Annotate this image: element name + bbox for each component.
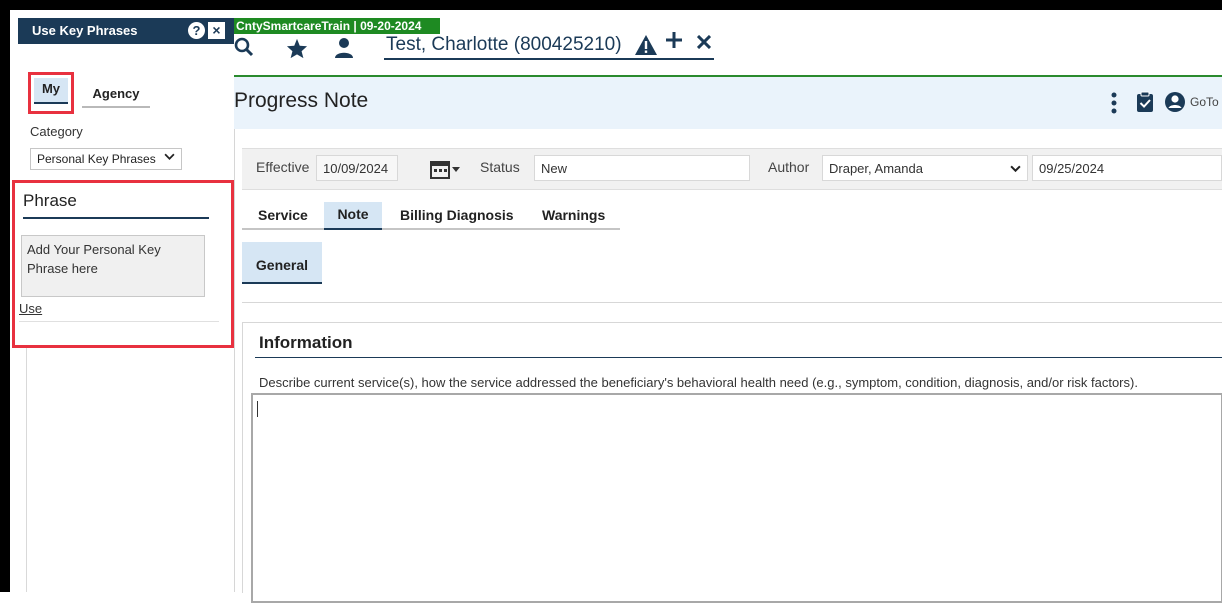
more-icon[interactable] bbox=[1110, 92, 1118, 119]
account-icon[interactable] bbox=[1164, 91, 1186, 118]
information-textarea[interactable] bbox=[251, 393, 1222, 603]
effective-label: Effective bbox=[256, 159, 310, 175]
information-title-underline bbox=[255, 357, 1222, 358]
screenshot-frame-left bbox=[0, 0, 10, 592]
user-icon[interactable] bbox=[334, 37, 354, 64]
tab-service[interactable]: Service bbox=[258, 207, 308, 223]
warning-icon[interactable] bbox=[634, 34, 658, 61]
screenshot-frame-top bbox=[0, 0, 1222, 10]
tab-my[interactable]: My bbox=[34, 78, 68, 104]
panel-divider bbox=[26, 320, 27, 592]
category-select[interactable]: Personal Key Phrases bbox=[30, 148, 182, 170]
clipboard-icon[interactable] bbox=[1136, 91, 1154, 118]
tab-note[interactable]: Note bbox=[324, 202, 382, 230]
phrase-section: Phrase Add Your Personal Key Phrase here… bbox=[12, 180, 234, 348]
key-phrases-header: Use Key Phrases ? × bbox=[18, 18, 234, 44]
phrase-header: Phrase bbox=[23, 191, 209, 219]
goto-link[interactable]: GoTo bbox=[1190, 95, 1219, 109]
search-icon[interactable] bbox=[234, 37, 254, 62]
information-description: Describe current service(s), how the ser… bbox=[259, 375, 1138, 390]
author-label: Author bbox=[768, 159, 810, 175]
status-label: Status bbox=[480, 159, 520, 175]
plus-icon[interactable] bbox=[665, 31, 683, 54]
chevron-down-icon bbox=[164, 151, 175, 165]
author-select[interactable]: Draper, Amanda bbox=[822, 155, 1028, 181]
author-value: Draper, Amanda bbox=[829, 161, 923, 176]
text-caret bbox=[257, 401, 258, 417]
tab-warnings[interactable]: Warnings bbox=[542, 207, 605, 223]
close-icon[interactable]: × bbox=[208, 22, 225, 39]
help-icon[interactable]: ? bbox=[188, 22, 205, 39]
tab-agency[interactable]: Agency bbox=[82, 86, 150, 108]
category-value: Personal Key Phrases bbox=[37, 152, 156, 166]
chevron-down-icon bbox=[1010, 162, 1021, 177]
subtab-general[interactable]: General bbox=[242, 242, 322, 284]
information-title: Information bbox=[259, 333, 353, 352]
note-date-field[interactable]: 09/25/2024 bbox=[1032, 155, 1222, 181]
information-section: Information Describe current service(s),… bbox=[242, 322, 1222, 603]
subtab-divider bbox=[242, 302, 1222, 303]
category-label: Category bbox=[30, 124, 83, 139]
tab-billing-diagnosis[interactable]: Billing Diagnosis bbox=[400, 207, 514, 223]
page-title-bar: Progress Note bbox=[234, 77, 1222, 129]
star-icon[interactable] bbox=[286, 38, 308, 64]
client-name: Test, Charlotte (800425210) bbox=[386, 34, 622, 55]
use-phrase-link[interactable]: Use bbox=[19, 301, 42, 316]
close-icon[interactable] bbox=[696, 34, 712, 54]
phrase-item[interactable]: Add Your Personal Key Phrase here bbox=[21, 235, 205, 297]
tab-my-highlight: My bbox=[28, 72, 74, 114]
status-field[interactable]: New bbox=[534, 155, 750, 181]
page-title: Progress Note bbox=[234, 89, 369, 112]
effective-date-field[interactable]: 10/09/2024 bbox=[316, 155, 398, 181]
note-tabs: Service Note Billing Diagnosis Warnings bbox=[242, 202, 620, 230]
filter-bar: Effective 10/09/2024 Status New Author D… bbox=[242, 148, 1222, 190]
phrase-divider bbox=[19, 321, 219, 322]
key-phrases-title: Use Key Phrases bbox=[32, 23, 138, 38]
calendar-icon[interactable] bbox=[430, 159, 462, 184]
